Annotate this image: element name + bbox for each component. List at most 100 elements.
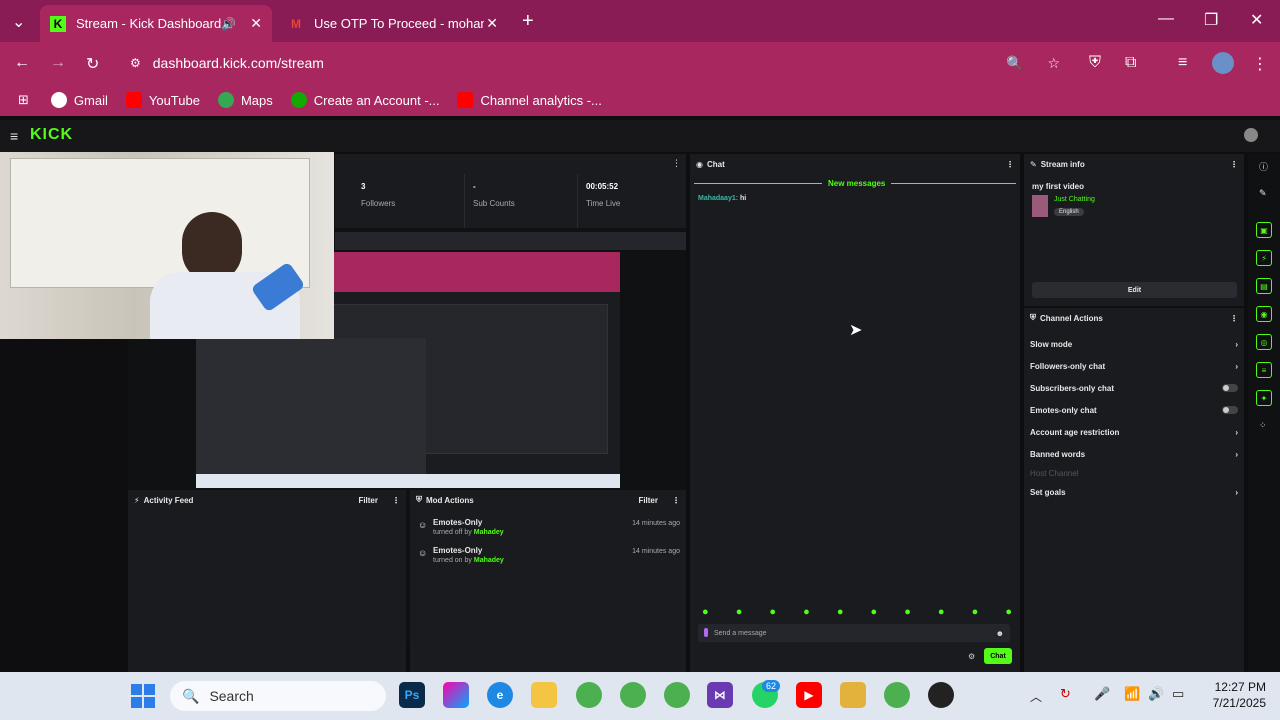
taskbar-search[interactable]: 🔍 Search [170,681,386,711]
minimize-icon[interactable]: — [1158,10,1174,28]
restore-icon[interactable]: ❐ [1204,10,1218,30]
sidebar-broadcast-icon[interactable]: ◎ [1256,334,1272,350]
panel-menu-icon[interactable]: ⋮ [672,496,680,505]
sidebar-chat-icon[interactable]: ◉ [1256,306,1272,322]
archive-icon[interactable] [840,682,866,708]
panel-menu-icon[interactable]: ⋮ [1230,314,1238,323]
hamburger-menu-icon[interactable]: ≡ [10,128,18,144]
menu-kebab-icon[interactable]: ⋮ [1252,54,1268,74]
send-chat-button[interactable]: Chat [984,648,1012,664]
sidebar-wrench-icon[interactable]: ✦ [1256,390,1272,406]
emote-icon[interactable]: ● [904,606,911,618]
sidebar-apps-icon[interactable]: ⁘ [1259,420,1267,431]
sidebar-document-icon[interactable]: ▤ [1256,278,1272,294]
reload-icon[interactable]: ↻ [86,54,99,74]
emotes-only-toggle[interactable] [1222,406,1238,414]
microphone-icon[interactable]: 🎤 [1094,686,1110,702]
audio-playing-icon[interactable]: 🔊 [221,17,236,31]
windows-start-icon[interactable] [131,684,155,708]
chat-input[interactable]: Send a message ☻ [698,624,1010,642]
edge-icon[interactable]: e [487,682,513,708]
url-bar[interactable]: ⚙ dashboard.kick.com/stream 🔍 ☆ [120,48,1080,78]
tray-chevron-icon[interactable]: ︿ [1030,688,1042,705]
window-close-icon[interactable]: ✕ [1250,10,1263,30]
emote-icon[interactable]: ● [972,606,979,618]
sidebar-bolt-icon[interactable]: ⚡ [1256,250,1272,266]
edit-pencil-icon[interactable]: ✎ [1259,188,1267,199]
extensions-puzzle-icon[interactable]: ⧉ [1125,54,1136,72]
chrome-icon[interactable] [576,682,602,708]
mod-actions-panel: ⛨ Mod Actions Filter ⋮ ☺ Emotes-Only tur… [410,490,686,672]
tab-kick-dashboard[interactable]: K Stream - Kick Dashboard 🔊 ✕ [40,5,272,42]
bookmark-channel-analytics[interactable]: Channel analytics -... [457,92,602,108]
panel-menu-icon[interactable]: ⋮ [1006,160,1014,169]
stream-info-panel: ✎ Stream info ⋮ my first video Just Chat… [1024,154,1244,306]
visual-studio-icon[interactable]: ⋈ [707,682,733,708]
action-account-age[interactable]: Account age restriction › [1024,421,1244,443]
site-info-icon[interactable]: ⚙ [130,56,141,70]
copilot-icon[interactable] [443,682,469,708]
youtube-icon[interactable]: ▶ [796,682,822,708]
emote-icon[interactable]: ● [837,606,844,618]
zoom-icon[interactable]: 🔍 [1006,55,1023,72]
sidebar-list-icon[interactable]: ≡ [1256,362,1272,378]
bookmark-maps[interactable]: Maps [217,92,273,108]
battery-icon[interactable]: ▭ [1172,686,1184,702]
wifi-icon[interactable]: 📶 [1124,686,1140,702]
chat-settings-gear-icon[interactable]: ⚙ [968,652,975,661]
tab-otp[interactable]: M Use OTP To Proceed - mohame ✕ [278,5,508,42]
extension-shield-icon[interactable]: ⛨ [1089,54,1101,72]
close-tab-icon[interactable]: ✕ [486,15,498,32]
new-tab-icon[interactable]: + [522,10,534,33]
forward-icon[interactable]: → [50,54,66,72]
profile-avatar[interactable] [1212,52,1234,74]
media-control-icon[interactable]: ≡ [1178,54,1187,72]
chrome-icon[interactable] [884,682,910,708]
action-followers-only[interactable]: Followers-only chat › [1024,355,1244,377]
emote-icon[interactable]: ● [871,606,878,618]
emote-icon[interactable]: ● [1005,606,1012,618]
mod-action-user[interactable]: Mahadey [474,557,504,564]
bookmark-star-icon[interactable]: ☆ [1047,55,1060,72]
chat-username[interactable]: Mahadaay1: [698,195,738,202]
obs-icon[interactable] [928,682,954,708]
emote-picker-icon[interactable]: ☻ [996,629,1004,638]
info-icon[interactable]: ⓘ [1259,160,1268,173]
emote-icon[interactable]: ● [803,606,810,618]
edit-button[interactable]: Edit [1032,282,1237,298]
chrome-icon[interactable] [664,682,690,708]
stats-menu-icon[interactable]: ⋮ [672,158,681,169]
user-avatar[interactable] [1244,128,1258,142]
bookmark-gmail[interactable]: Gmail [50,92,108,108]
filter-button[interactable]: Filter [638,496,658,505]
file-explorer-icon[interactable] [531,682,557,708]
action-set-goals[interactable]: Set goals › [1024,481,1244,503]
emote-icon[interactable]: ● [769,606,776,618]
tab-search-chevron-icon[interactable]: ⌄ [12,12,25,32]
emote-icon[interactable]: ● [702,606,709,618]
action-slow-mode[interactable]: Slow mode › [1024,333,1244,355]
bookmark-create-account[interactable]: Create an Account -... [290,92,439,108]
photoshop-icon[interactable]: Ps [399,682,425,708]
apps-grid-icon[interactable]: ⊞ [18,92,29,108]
subscribers-only-toggle[interactable] [1222,384,1238,392]
filter-button[interactable]: Filter [358,496,378,505]
volume-icon[interactable]: 🔊 [1148,686,1164,702]
stat-value: 00:05:52 [586,182,619,191]
stream-category[interactable]: Just Chatting [1054,196,1095,203]
close-tab-icon[interactable]: ✕ [250,15,262,32]
bookmark-youtube[interactable]: YouTube [125,92,200,108]
panel-menu-icon[interactable]: ⋮ [1230,160,1238,169]
chrome-icon[interactable] [620,682,646,708]
tray-sync-icon[interactable]: ↻ [1060,686,1071,702]
sidebar-widget-icon[interactable]: ▣ [1256,222,1272,238]
clock[interactable]: 12:27 PM 7/21/2025 [1200,680,1266,710]
mod-action-user[interactable]: Mahadey [474,529,504,536]
kick-logo[interactable]: KICK [30,126,73,144]
emote-icon[interactable]: ● [938,606,945,618]
emote-icon[interactable]: ● [736,606,743,618]
chat-identity-icon[interactable] [704,628,708,637]
action-banned-words[interactable]: Banned words › [1024,443,1244,465]
panel-menu-icon[interactable]: ⋮ [392,496,400,505]
back-icon[interactable]: ← [14,54,30,72]
